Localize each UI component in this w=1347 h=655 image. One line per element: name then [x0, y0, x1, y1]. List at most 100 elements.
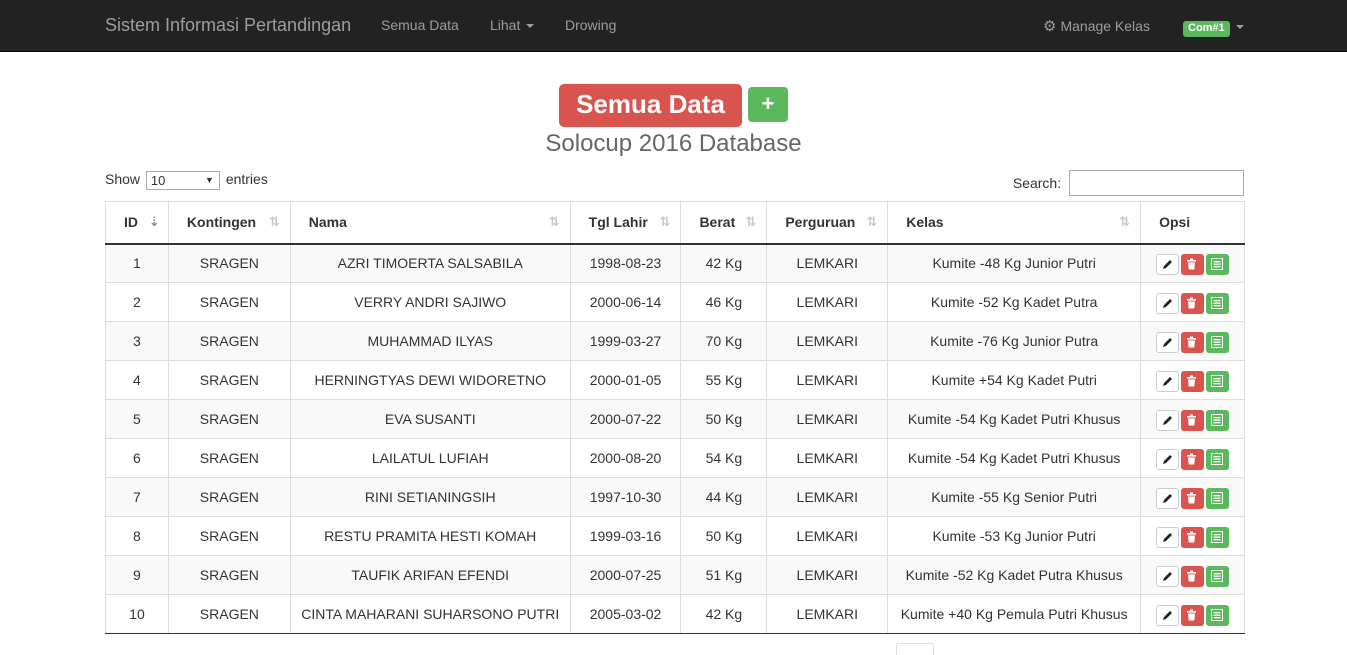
edit-button[interactable] [1156, 253, 1180, 275]
delete-button[interactable] [1181, 487, 1205, 509]
delete-button[interactable] [1181, 370, 1205, 392]
col-header-kontingen[interactable]: Kontingen ⇅ [168, 201, 291, 245]
cell-kontingen: SRAGEN [168, 438, 291, 478]
table-row: 3 SRAGEN MUHAMMAD ILYAS 1999-03-27 70 Kg LEMK… [105, 321, 1245, 361]
nav-lihat-dropdown[interactable]: Lihat [490, 17, 535, 33]
gear-icon: ⚙ [1043, 18, 1057, 35]
edit-button[interactable] [1156, 331, 1180, 353]
cell-berat: 51 Kg [680, 555, 768, 595]
detail-button[interactable] [1206, 565, 1230, 587]
detail-button[interactable] [1206, 604, 1230, 626]
table-row: 4 SRAGEN HERNINGTYAS DEWI WIDORETNO 2000-01… [105, 360, 1245, 400]
table-row: 2 SRAGEN VERRY ANDRI SAJIWO 2000-06-14 46 Kg… [105, 282, 1245, 322]
cell-berat: 42 Kg [680, 594, 768, 634]
col-header-label: Kontingen [186, 214, 257, 231]
cell-opsi [1140, 594, 1245, 634]
cell-tgl-lahir: 2000-01-05 [570, 360, 682, 400]
cell-kelas: Kumite +40 Kg Pemula Putri Khusus [887, 594, 1142, 634]
table-row: 1 SRAGEN AZRI TIMOERTA SALSABILA 1998-08-23… [105, 243, 1245, 283]
detail-button[interactable] [1206, 409, 1230, 431]
delete-button[interactable] [1181, 565, 1205, 587]
col-header-label: Opsi [1159, 214, 1191, 231]
edit-button[interactable] [1156, 409, 1180, 431]
table-row: 5 SRAGEN EVA SUSANTI 2000-07-22 50 Kg LEMKARI… [105, 399, 1245, 439]
edit-button[interactable] [1156, 292, 1180, 314]
delete-button[interactable] [1181, 292, 1205, 314]
detail-button[interactable] [1206, 331, 1230, 353]
search-label: Search: [1012, 175, 1062, 191]
edit-button[interactable] [1156, 370, 1180, 392]
delete-button[interactable] [1181, 448, 1205, 470]
cell-id: 10 [105, 594, 169, 634]
delete-button[interactable] [1181, 526, 1205, 548]
detail-button[interactable] [1206, 370, 1230, 392]
edit-button[interactable] [1156, 526, 1180, 548]
cell-perguruan: LEMKARI [766, 282, 889, 322]
col-header-label: Berat [699, 214, 736, 231]
cell-kelas: Kumite -76 Kg Junior Putra [887, 321, 1142, 361]
detail-button[interactable] [1206, 487, 1230, 509]
chevron-down-icon [1235, 25, 1244, 30]
sort-icon: ⇅ [659, 214, 671, 229]
add-button[interactable]: + [747, 87, 788, 122]
detail-button[interactable] [1206, 526, 1230, 548]
data-table: ID ⇣ Kontingen ⇅ Nama ⇅ Tgl Lahir ⇅ Berat ⇅ P… [105, 201, 1245, 634]
cell-kontingen: SRAGEN [168, 594, 291, 634]
cell-id: 1 [105, 243, 169, 283]
delete-button[interactable] [1181, 331, 1205, 353]
cell-tgl-lahir: 2000-08-20 [570, 438, 682, 478]
cell-berat: 50 Kg [680, 516, 768, 556]
cell-perguruan: LEMKARI [766, 321, 889, 361]
cell-kontingen: SRAGEN [168, 282, 291, 322]
cell-kelas: Kumite -53 Kg Junior Putri [887, 516, 1142, 556]
cell-opsi [1140, 243, 1245, 283]
col-header-kelas[interactable]: Kelas ⇅ [887, 201, 1142, 245]
entries-label: entries [225, 171, 268, 188]
nav-manage-kelas[interactable]: ⚙ Manage Kelas [1043, 17, 1150, 35]
search-input[interactable] [1069, 170, 1244, 196]
brand[interactable]: Sistem Informasi Pertandingan [105, 15, 351, 36]
cell-kelas: Kumite +54 Kg Kadet Putri [887, 360, 1142, 400]
detail-button[interactable] [1206, 253, 1230, 275]
delete-button[interactable] [1181, 409, 1205, 431]
delete-button[interactable] [1181, 253, 1205, 275]
sort-asc-icon: ⇣ [149, 214, 160, 229]
dropdown-arrow-icon: ▼ [205, 175, 214, 185]
edit-button[interactable] [1156, 448, 1180, 470]
cell-id: 4 [105, 360, 169, 400]
cell-kontingen: SRAGEN [168, 555, 291, 595]
show-entries-control: Show 10 ▼ entries [105, 171, 268, 190]
cell-opsi [1140, 282, 1245, 322]
cell-id: 2 [105, 282, 169, 322]
cell-opsi [1140, 438, 1245, 478]
edit-button[interactable] [1156, 604, 1180, 626]
nav-semua-data[interactable]: Semua Data [381, 17, 459, 33]
cell-kontingen: SRAGEN [168, 516, 291, 556]
cell-kontingen: SRAGEN [168, 243, 291, 283]
cell-id: 5 [105, 399, 169, 439]
user-menu[interactable]: Com#1 [1183, 18, 1244, 37]
cell-kontingen: SRAGEN [168, 360, 291, 400]
table-row: 8 SRAGEN RESTU PRAMITA HESTI KOMAH 1999-03-… [105, 516, 1245, 556]
cell-kontingen: SRAGEN [168, 477, 291, 517]
col-header-perguruan[interactable]: Perguruan ⇅ [766, 201, 889, 245]
col-header-id[interactable]: ID ⇣ [105, 201, 169, 245]
nav-drowing[interactable]: Drowing [565, 17, 616, 33]
delete-button[interactable] [1181, 604, 1205, 626]
show-label: Show [105, 171, 141, 188]
edit-button[interactable] [1156, 487, 1180, 509]
sort-icon: ⇅ [268, 214, 280, 229]
entries-select[interactable]: 10 ▼ [145, 171, 220, 190]
edit-button[interactable] [1156, 565, 1180, 587]
cell-berat: 42 Kg [680, 243, 768, 283]
col-header-opsi: Opsi [1140, 201, 1245, 245]
cell-tgl-lahir: 1999-03-16 [570, 516, 682, 556]
page-title-button[interactable]: Semua Data [559, 84, 742, 127]
detail-button[interactable] [1206, 292, 1230, 314]
col-header-tgl-lahir[interactable]: Tgl Lahir ⇅ [570, 201, 682, 245]
col-header-nama[interactable]: Nama ⇅ [290, 201, 571, 245]
navbar: Sistem Informasi Pertandingan Semua Data… [0, 0, 1347, 52]
pagination[interactable] [896, 643, 934, 655]
col-header-berat[interactable]: Berat ⇅ [680, 201, 768, 245]
detail-button[interactable] [1206, 448, 1230, 470]
